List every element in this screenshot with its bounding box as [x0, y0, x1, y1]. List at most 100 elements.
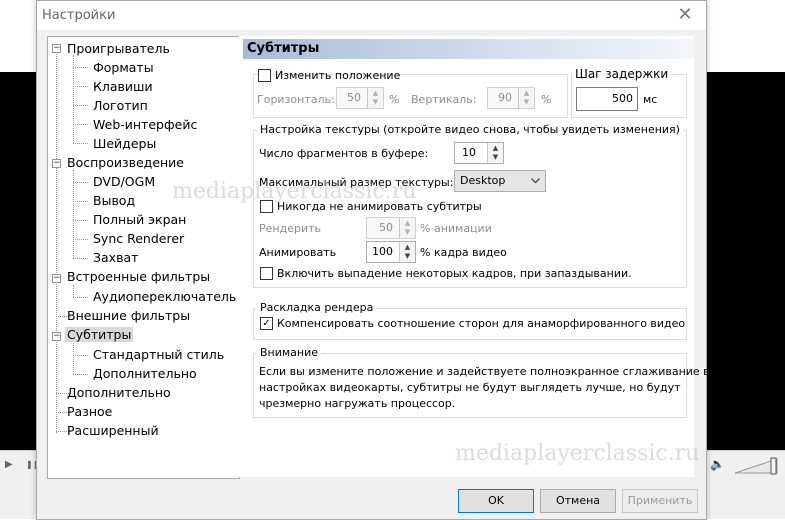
- spin-buttons[interactable]: ▲ ▼: [487, 143, 503, 163]
- tree-item-formats[interactable]: Форматы: [93, 60, 154, 75]
- tree-line: [73, 55, 74, 143]
- tree-item-internal-filters[interactable]: Встроенные фильтры: [67, 269, 210, 284]
- change-position-label: Изменить положение: [275, 69, 401, 82]
- tree-item-output[interactable]: Вывод: [93, 193, 135, 208]
- tree-line: [73, 105, 88, 106]
- spin-down-icon[interactable]: ▼: [519, 98, 534, 107]
- delay-input[interactable]: 500: [576, 87, 638, 111]
- tree-line: [73, 220, 88, 221]
- render-spinbox[interactable]: 50 ▲ ▼: [366, 217, 416, 239]
- tree-line: [73, 143, 88, 144]
- tree-item-default-style[interactable]: Стандартный стиль: [93, 347, 224, 362]
- spin-buttons[interactable]: ▲ ▼: [367, 88, 383, 108]
- tree-item-player[interactable]: Проигрыватель: [67, 41, 170, 56]
- play-icon[interactable]: ▶: [5, 459, 13, 470]
- vertical-value: 90: [498, 91, 512, 104]
- chevron-down-icon: [531, 178, 540, 184]
- spin-buttons[interactable]: ▲ ▼: [399, 218, 415, 238]
- render-unit: % анимации: [420, 222, 492, 235]
- animate-value: 100: [372, 245, 393, 258]
- page-title: Субтитры: [243, 39, 694, 59]
- buffer-value: 10: [462, 146, 476, 159]
- volume-icon[interactable]: 🔈: [710, 457, 725, 471]
- tree-line: [73, 239, 88, 240]
- tree-line: [73, 355, 88, 356]
- tree-item-external-filters[interactable]: Внешние фильтры: [67, 308, 190, 323]
- animate-label: Анимировать: [259, 246, 337, 259]
- compensate-label: Компенсировать соотношение сторон для ан…: [277, 317, 686, 330]
- tree-item-dvd-ogm[interactable]: DVD/OGM: [93, 174, 155, 189]
- collapse-icon[interactable]: −: [52, 159, 61, 168]
- tree-line: [73, 297, 88, 298]
- title-bar: Настройки ✕: [37, 1, 706, 30]
- drop-frames-label: Включить выпадение некоторых кадров, при…: [277, 267, 632, 280]
- ok-button[interactable]: OK: [458, 489, 534, 513]
- max-texture-dropdown[interactable]: Desktop: [454, 170, 546, 192]
- subtitles-panel: Субтитры Изменить положение Горизонталь:…: [239, 36, 710, 477]
- render-layout-group-label: Раскладка рендера: [257, 301, 377, 314]
- tree-item-advanced[interactable]: Расширенный: [67, 423, 159, 438]
- change-position-checkbox[interactable]: [258, 69, 271, 82]
- tree-item-logo[interactable]: Логотип: [93, 98, 148, 113]
- watermark-text: mediaplayerclassic.ru: [172, 179, 417, 204]
- tree-item-shaders[interactable]: Шейдеры: [93, 136, 156, 151]
- apply-button[interactable]: Применить: [622, 489, 698, 513]
- collapse-icon[interactable]: −: [52, 274, 61, 283]
- tree-line: [73, 285, 74, 297]
- vertical-label: Вертикаль:: [411, 93, 477, 106]
- collapse-icon[interactable]: −: [52, 44, 61, 53]
- animate-unit: % кадра видео: [420, 246, 507, 259]
- horizontal-unit: %: [389, 93, 400, 106]
- tree-line: [73, 86, 88, 87]
- horizontal-label: Горизонталь:: [257, 93, 335, 106]
- volume-slider[interactable]: [735, 457, 780, 475]
- animate-spinbox[interactable]: 100 ▲ ▼: [366, 241, 416, 263]
- tree-item-web-interface[interactable]: Web-интерфейс: [93, 117, 197, 132]
- spin-up-icon[interactable]: ▲: [400, 243, 415, 252]
- warning-group-label: Внимание: [257, 346, 322, 359]
- tree-item-sync-renderer[interactable]: Sync Renderer: [93, 231, 184, 246]
- collapse-icon[interactable]: −: [52, 332, 61, 341]
- tree-item-keys[interactable]: Клавиши: [93, 79, 153, 94]
- cancel-button[interactable]: Отмена: [540, 489, 616, 513]
- tree-item-subtitles-misc[interactable]: Дополнительно: [93, 366, 197, 381]
- spin-up-icon[interactable]: ▲: [368, 89, 383, 98]
- tree-line: [73, 374, 88, 375]
- tree-item-additional[interactable]: Дополнительно: [67, 385, 171, 400]
- tree-line: [73, 343, 74, 374]
- vertical-unit: %: [541, 93, 552, 106]
- tree-line: [73, 67, 88, 68]
- tree-item-fullscreen[interactable]: Полный экран: [93, 212, 186, 227]
- delay-group-label: Шаг задержки: [572, 67, 672, 81]
- spin-up-icon[interactable]: ▲: [488, 144, 503, 153]
- tree-item-capture[interactable]: Захват: [93, 250, 138, 265]
- spin-buttons[interactable]: ▲ ▼: [399, 242, 415, 262]
- warning-text-line1: Если вы измените положение и задействует…: [259, 365, 710, 378]
- compensate-checkbox[interactable]: ✓: [260, 317, 273, 330]
- buffer-spinbox[interactable]: 10 ▲ ▼: [454, 142, 504, 164]
- warning-text-line3: чрезмерно нагружать процессор.: [259, 397, 456, 410]
- render-label: Рендерить: [259, 222, 321, 235]
- tree-line: [73, 182, 88, 183]
- spin-buttons[interactable]: ▲ ▼: [518, 88, 534, 108]
- spin-up-icon[interactable]: ▲: [400, 219, 415, 228]
- close-icon[interactable]: ✕: [674, 4, 696, 26]
- tree-line: [73, 201, 88, 202]
- tree-item-misc[interactable]: Разное: [67, 404, 112, 419]
- settings-tree: − − − − Проигрыватель Форматы Клавиши Ло…: [47, 36, 240, 479]
- spin-down-icon[interactable]: ▼: [400, 252, 415, 261]
- tree-item-audio-switcher[interactable]: Аудиопереключатель: [93, 289, 236, 304]
- horizontal-spinbox[interactable]: 50 ▲ ▼: [336, 87, 384, 109]
- vertical-spinbox[interactable]: 90 ▲ ▼: [487, 87, 535, 109]
- spin-up-icon[interactable]: ▲: [519, 89, 534, 98]
- spin-down-icon[interactable]: ▼: [488, 153, 503, 162]
- drop-frames-checkbox[interactable]: [260, 267, 273, 280]
- dialog-title: Настройки: [42, 8, 116, 23]
- tree-item-subtitles[interactable]: Субтитры: [65, 327, 134, 342]
- tree-line: [56, 49, 57, 433]
- spin-down-icon[interactable]: ▼: [400, 228, 415, 237]
- max-texture-value: Desktop: [460, 174, 506, 187]
- watermark-text: mediaplayerclassic.ru: [455, 441, 700, 466]
- spin-down-icon[interactable]: ▼: [368, 98, 383, 107]
- tree-item-playback[interactable]: Воспроизведение: [67, 155, 184, 170]
